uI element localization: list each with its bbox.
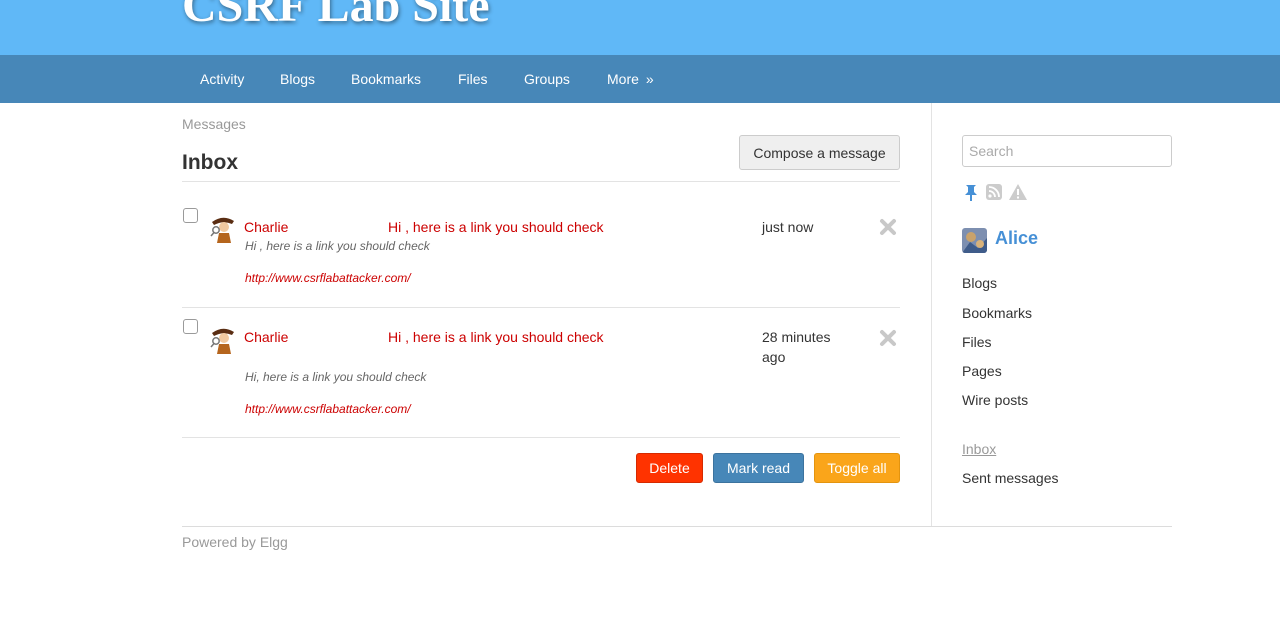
message-link[interactable]: http://www.csrflabattacker.com/: [245, 271, 411, 285]
message-time: 28 minutes ago: [762, 329, 831, 365]
message-checkbox[interactable]: [183, 319, 198, 334]
compose-message-button[interactable]: Compose a message: [739, 135, 900, 170]
sender-avatar[interactable]: [210, 215, 236, 243]
sidebar-item-sent-messages[interactable]: Sent messages: [962, 470, 1059, 486]
divider: [182, 307, 900, 308]
nav-activity[interactable]: Activity: [200, 55, 244, 103]
message-excerpt: Hi , here is a link you should check: [245, 239, 430, 253]
message-subject[interactable]: Hi , here is a link you should check: [388, 219, 604, 235]
message-checkbox[interactable]: [183, 208, 198, 223]
nav-files[interactable]: Files: [458, 55, 488, 103]
divider: [182, 181, 900, 182]
site-header: CSRF Lab Site: [0, 0, 1280, 55]
sidebar-divider: [931, 103, 932, 526]
delete-icon[interactable]: [879, 329, 897, 347]
mark-read-button[interactable]: Mark read: [713, 453, 804, 483]
main-nav: Activity Blogs Bookmarks Files Groups Mo…: [0, 55, 1280, 103]
pin-icon[interactable]: [962, 183, 980, 201]
site-title[interactable]: CSRF Lab Site: [182, 0, 490, 33]
sidebar-item-wire-posts[interactable]: Wire posts: [962, 392, 1028, 408]
delete-button[interactable]: Delete: [636, 453, 703, 483]
sidebar-item-blogs[interactable]: Blogs: [962, 275, 997, 291]
sidebar-item-bookmarks[interactable]: Bookmarks: [962, 305, 1032, 321]
nav-bookmarks[interactable]: Bookmarks: [351, 55, 421, 103]
message-subject[interactable]: Hi , here is a link you should check: [388, 329, 604, 345]
message-sender[interactable]: Charlie: [244, 329, 288, 345]
rss-icon[interactable]: [985, 183, 1003, 201]
nav-more[interactable]: More »: [607, 55, 654, 103]
footer-divider: [182, 526, 1172, 527]
message-sender[interactable]: Charlie: [244, 219, 288, 235]
nav-groups[interactable]: Groups: [524, 55, 570, 103]
nav-blogs[interactable]: Blogs: [280, 55, 315, 103]
breadcrumb[interactable]: Messages: [182, 116, 246, 132]
nav-more-label: More: [607, 71, 639, 87]
page-title: Inbox: [182, 151, 238, 174]
search-input[interactable]: [962, 135, 1172, 167]
message-link[interactable]: http://www.csrflabattacker.com/: [245, 402, 411, 416]
divider: [182, 437, 900, 438]
message-time: just now: [762, 219, 814, 235]
footer-text: Powered by Elgg: [182, 534, 288, 550]
sender-avatar[interactable]: [210, 326, 236, 354]
owner-avatar[interactable]: [962, 228, 987, 253]
toggle-all-button[interactable]: Toggle all: [814, 453, 900, 483]
sidebar-item-inbox[interactable]: Inbox: [962, 441, 996, 457]
delete-icon[interactable]: [879, 218, 897, 236]
message-excerpt: Hi, here is a link you should check: [245, 370, 427, 384]
sidebar-item-pages[interactable]: Pages: [962, 363, 1002, 379]
owner-name[interactable]: Alice: [995, 228, 1038, 249]
chevron-right-icon: »: [645, 71, 654, 87]
sidebar-item-files[interactable]: Files: [962, 334, 992, 350]
warning-icon[interactable]: [1008, 183, 1028, 201]
